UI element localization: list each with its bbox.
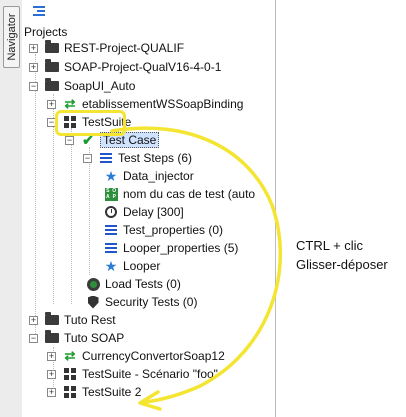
folder-icon — [44, 40, 60, 56]
tree-item-label: TestSuite - Scénario "foo" — [82, 367, 218, 381]
collapse-toggle[interactable]: − — [29, 81, 38, 91]
properties-icon — [103, 240, 119, 256]
tree-item-label: SoapUI_Auto — [64, 79, 136, 93]
folder-icon — [44, 312, 60, 328]
tree-item-data-injector[interactable]: ★ Data_injector — [103, 167, 194, 185]
tree-item-looper-properties[interactable]: Looper_properties (5) — [103, 239, 238, 257]
tree-item-soap-project[interactable]: + SOAP-Project-QualV16-4-0-1 — [29, 58, 221, 76]
folder-icon — [44, 78, 60, 94]
tree-item-test-properties[interactable]: Test_properties (0) — [103, 221, 223, 239]
star-icon: ★ — [104, 257, 118, 274]
properties-icon — [103, 222, 119, 238]
tree-item-label: TestSuite 2 — [82, 385, 142, 399]
collapse-toggle[interactable]: − — [65, 135, 74, 145]
tree-item-label: Tuto SOAP — [64, 331, 125, 345]
tree-item-testsuite-2[interactable]: + TestSuite 2 — [47, 383, 141, 401]
expand-toggle[interactable]: + — [29, 315, 38, 325]
tree-item-label: Looper — [123, 259, 161, 273]
tree-item-label: Test Steps (6) — [118, 151, 193, 165]
navigator-panel: Projects + REST-Project-QUALIF + SOAP-Pr… — [22, 0, 276, 417]
tree-item-label: SOAP-Project-QualV16-4-0-1 — [64, 60, 222, 74]
tree-item-label: Test_properties (0) — [123, 223, 224, 237]
tree-item-label: nom du cas de test (auto — [123, 187, 256, 201]
star-icon: ★ — [104, 167, 118, 184]
tree-item-label: CurrencyConvertorSoap12 — [82, 349, 225, 363]
collapse-toggle[interactable]: − — [83, 153, 92, 163]
tree-item-label: Data_injector — [123, 169, 194, 183]
tree-item-currency-convertor[interactable]: + ⇄ CurrencyConvertorSoap12 — [47, 347, 225, 365]
navigator-tab-label: Navigator — [5, 13, 18, 61]
tree-item-label: REST-Project-QUALIF — [64, 41, 185, 55]
expand-toggle[interactable]: + — [47, 351, 56, 361]
expand-toggle[interactable]: + — [47, 369, 56, 379]
folder-icon — [44, 59, 60, 75]
projects-label: Projects — [24, 25, 68, 39]
tree-item-label: Delay [300] — [123, 205, 184, 219]
tree-item-nom-du-cas[interactable]: SOAP nom du cas de test (auto — [103, 185, 255, 203]
tree-item-testsuite-scenario[interactable]: + TestSuite - Scénario "foo" — [47, 365, 218, 383]
tree-guide — [35, 54, 36, 340]
collapse-toggle[interactable]: − — [29, 333, 38, 343]
list-view-icon[interactable] — [33, 6, 45, 16]
expand-toggle[interactable]: + — [47, 387, 56, 397]
load-test-icon — [85, 276, 101, 292]
tree-item-load-tests[interactable]: Load Tests (0) — [85, 275, 181, 293]
tree-item-soapui-auto[interactable]: − SoapUI_Auto — [29, 77, 135, 95]
expand-toggle[interactable]: + — [29, 62, 38, 72]
tree-item-label: Load Tests (0) — [105, 277, 181, 291]
tree-item-label: Tuto Rest — [64, 313, 116, 327]
testsuite-icon — [62, 384, 78, 400]
shield-icon — [85, 294, 101, 310]
tree-item-rest-project[interactable]: + REST-Project-QUALIF — [29, 39, 184, 57]
tree-item-tuto-soap[interactable]: − Tuto SOAP — [29, 329, 124, 347]
tree-guide — [71, 128, 72, 304]
navigator-tab[interactable]: Navigator — [3, 6, 20, 68]
interface-icon: ⇄ — [64, 348, 76, 363]
tree-item-label: Looper_properties (5) — [123, 241, 239, 255]
folder-icon — [44, 330, 60, 346]
tree-item-looper[interactable]: ★ Looper — [103, 257, 161, 275]
tree-item-security-tests[interactable]: Security Tests (0) — [85, 293, 197, 311]
tree-item-tuto-rest[interactable]: + Tuto Rest — [29, 311, 116, 329]
highlight-box — [55, 110, 126, 136]
clock-icon — [103, 204, 119, 220]
test-steps-icon — [98, 150, 114, 166]
tree-item-test-steps[interactable]: − Test Steps (6) — [83, 149, 192, 167]
tree-item-delay[interactable]: Delay [300] — [103, 203, 184, 221]
testsuite-icon — [62, 366, 78, 382]
annotation-drag-drop: Glisser-déposer — [296, 257, 388, 272]
soap-request-icon: SOAP — [104, 187, 118, 201]
left-sidebar: Navigator — [0, 0, 23, 417]
tree-item-label: Security Tests (0) — [105, 295, 198, 309]
expand-toggle[interactable]: + — [29, 43, 38, 53]
tree-item-label: etablissementWSSoapBinding — [82, 97, 244, 111]
annotation-ctrl-click: CTRL + clic — [296, 238, 364, 253]
expand-toggle[interactable]: + — [47, 99, 56, 109]
